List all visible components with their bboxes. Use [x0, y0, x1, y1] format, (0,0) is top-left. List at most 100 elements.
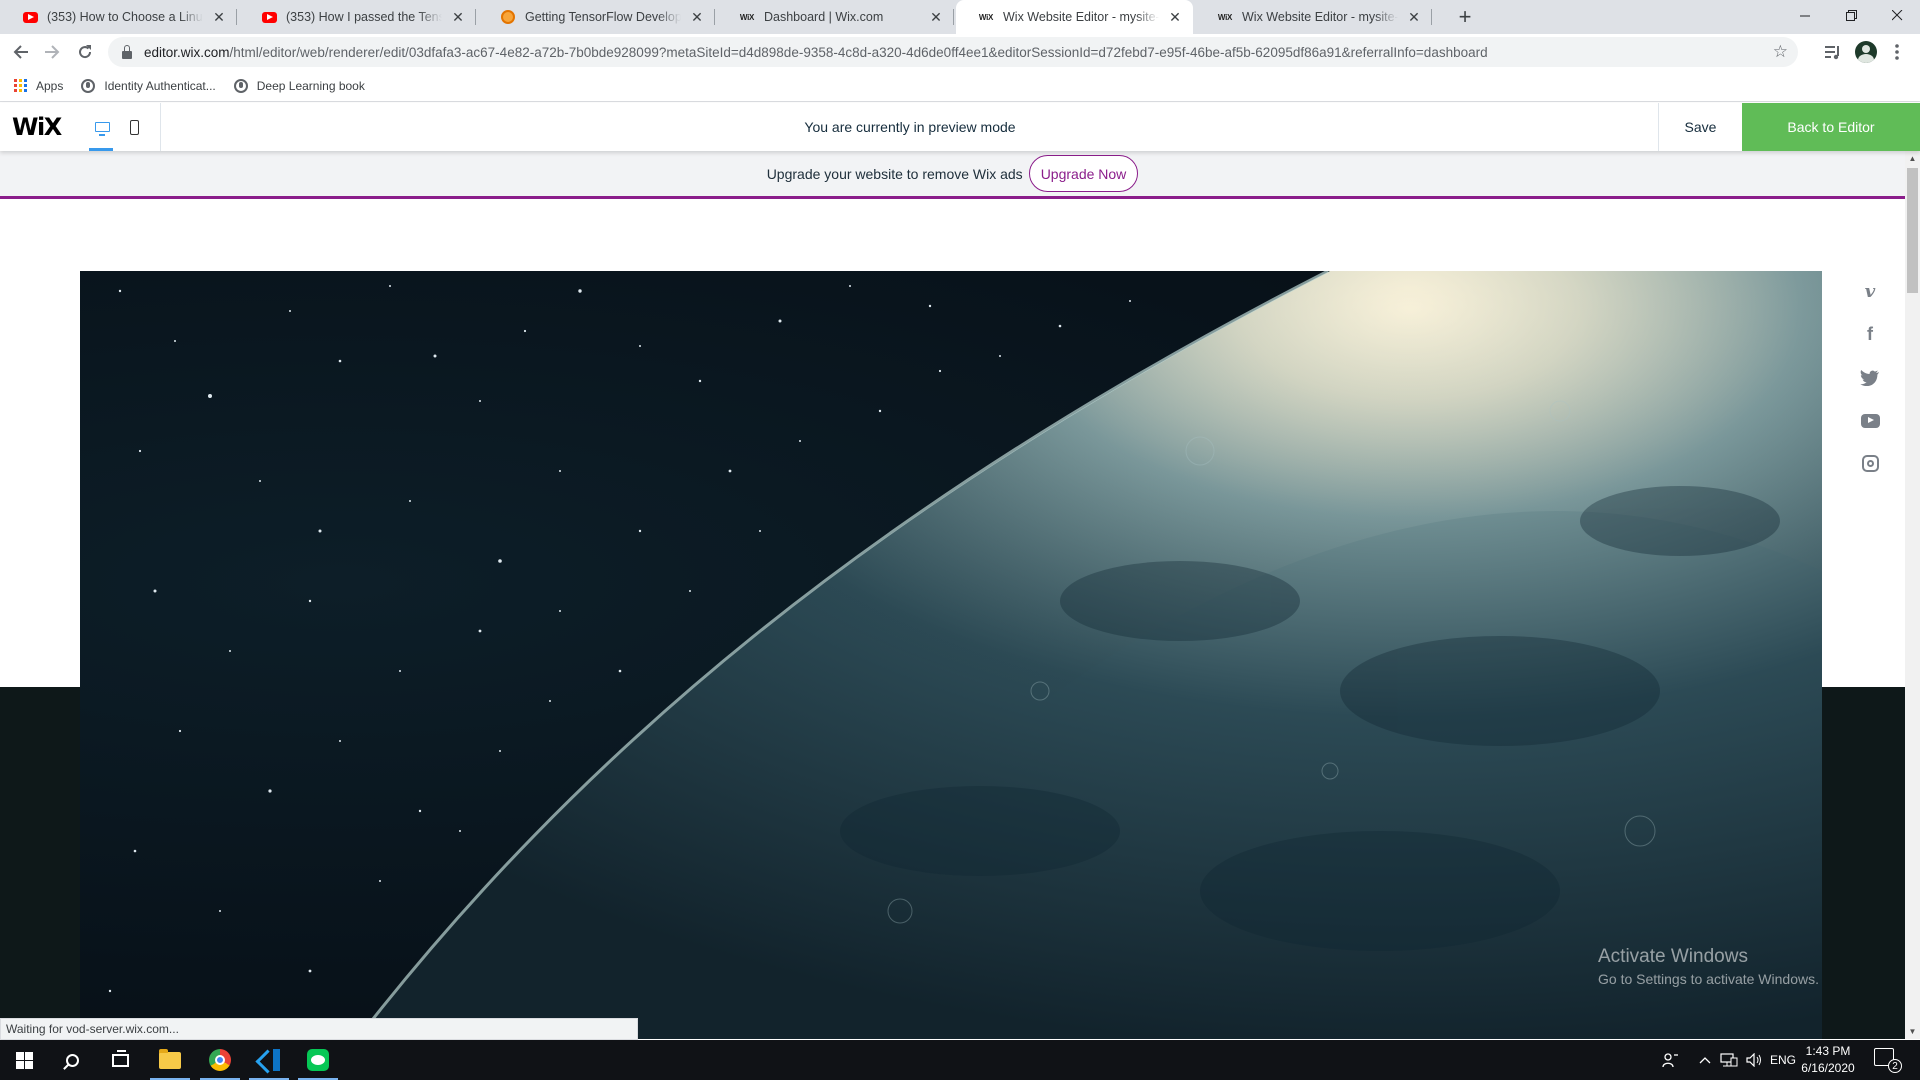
chrome-icon — [209, 1049, 231, 1071]
tab-title: (353) How to Choose a Linux Distro — [47, 10, 203, 24]
windows-logo-icon — [15, 1051, 33, 1069]
start-button[interactable] — [0, 1040, 48, 1080]
back-button[interactable] — [7, 38, 35, 66]
apps-grid-icon — [14, 79, 27, 92]
close-tab-icon[interactable]: ✕ — [1167, 9, 1183, 25]
tab-strip: (353) How to Choose a Linux Distro ✕ (35… — [0, 0, 1920, 34]
notification-badge: 2 — [1888, 1059, 1902, 1073]
site-page[interactable] — [0, 199, 1905, 1039]
save-button[interactable]: Save — [1658, 103, 1742, 151]
close-tab-icon[interactable]: ✕ — [211, 9, 227, 25]
watermark-title: Activate Windows — [1598, 946, 1748, 967]
volume-icon[interactable] — [1744, 1040, 1766, 1080]
twitter-icon[interactable] — [1856, 356, 1884, 399]
scroll-up-arrow-icon[interactable]: ▲ — [1905, 151, 1920, 166]
taskbar-vscode[interactable] — [245, 1040, 293, 1080]
preview-mode-message: You are currently in preview mode — [804, 119, 1016, 135]
line-icon — [307, 1049, 329, 1071]
language-indicator[interactable]: ENG — [1768, 1040, 1798, 1080]
restore-icon — [1845, 9, 1857, 21]
minimize-button[interactable] — [1782, 0, 1828, 30]
restore-button[interactable] — [1828, 0, 1874, 30]
scroll-down-arrow-icon[interactable]: ▼ — [1905, 1024, 1920, 1039]
menu-kebab-icon[interactable] — [1884, 39, 1910, 65]
upgrade-banner: Upgrade your website to remove Wix ads U… — [0, 151, 1905, 199]
clock-time: 1:43 PM — [1805, 1044, 1851, 1058]
system-clock[interactable]: 1:43 PM 6/16/2020 — [1800, 1043, 1856, 1077]
close-tab-icon[interactable]: ✕ — [689, 9, 705, 25]
url-text: editor.wix.com/html/editor/web/renderer/… — [144, 44, 1488, 60]
tab-title: Getting TensorFlow Developer Ce — [525, 10, 681, 24]
taskbar-chrome[interactable] — [196, 1040, 244, 1080]
bookmarks-bar: Apps Identity Authenticat... Deep Learni… — [0, 70, 1920, 102]
task-view-icon — [111, 1049, 129, 1067]
browser-tab[interactable]: Getting TensorFlow Developer Ce ✕ — [478, 0, 715, 34]
activate-windows-watermark: Activate Windows Go to Settings to activ… — [1598, 946, 1819, 987]
bookmark-deep-learning[interactable]: Deep Learning book — [233, 78, 365, 93]
close-tab-icon[interactable]: ✕ — [1406, 9, 1422, 25]
windows-taskbar: ENG 1:43 PM 6/16/2020 2 — [0, 1040, 1920, 1080]
watermark-subtitle: Go to Settings to activate Windows. — [1598, 971, 1819, 987]
bookmark-label: Identity Authenticat... — [104, 78, 216, 93]
browser-tab[interactable]: (353) How I passed the TensorFlow ✕ — [239, 0, 476, 34]
reload-button[interactable] — [71, 38, 99, 66]
network-icon[interactable] — [1718, 1040, 1740, 1080]
vscode-icon — [258, 1049, 280, 1071]
browser-tab[interactable]: (353) How to Choose a Linux Distro ✕ — [0, 0, 237, 34]
page-scrollbar[interactable]: ▲ ▼ — [1905, 151, 1920, 1039]
taskbar-file-explorer[interactable] — [146, 1040, 194, 1080]
people-icon[interactable] — [1658, 1040, 1682, 1080]
scrollbar-thumb[interactable] — [1907, 168, 1918, 293]
file-explorer-icon — [159, 1048, 181, 1069]
browser-toolbar: editor.wix.com/html/editor/web/renderer/… — [0, 34, 1920, 70]
tab-title: Dashboard | Wix.com — [764, 10, 884, 24]
social-bar: v f — [1856, 270, 1884, 485]
search-button[interactable] — [48, 1040, 96, 1080]
youtube-icon — [261, 9, 277, 25]
chevron-up-icon[interactable] — [1696, 1040, 1714, 1080]
bookmark-identity[interactable]: Identity Authenticat... — [81, 78, 216, 93]
bookmark-apps[interactable]: Apps — [14, 79, 63, 93]
reload-icon — [79, 45, 92, 59]
globe-icon — [233, 78, 248, 93]
instagram-icon[interactable] — [1856, 442, 1884, 485]
forward-button[interactable] — [38, 38, 66, 66]
tensorflow-icon — [500, 9, 516, 25]
browser-tab-active[interactable]: WiX Wix Website Editor - mysite-1 ✕ — [956, 0, 1193, 34]
upgrade-now-button[interactable]: Upgrade Now — [1028, 155, 1139, 192]
taskbar-line[interactable] — [294, 1040, 342, 1080]
upgrade-text: Upgrade your website to remove Wix ads — [766, 165, 1023, 182]
task-view-button[interactable] — [96, 1040, 144, 1080]
tab-title: (353) How I passed the TensorFlow — [286, 10, 442, 24]
youtube-icon — [22, 9, 38, 25]
close-window-button[interactable] — [1874, 0, 1920, 30]
clock-date: 6/16/2020 — [1801, 1061, 1855, 1075]
bookmark-label: Deep Learning book — [256, 78, 365, 93]
tab-title: Wix Website Editor - mysite-1 — [1003, 10, 1159, 24]
minimize-icon — [1799, 15, 1810, 16]
vimeo-icon[interactable]: v — [1856, 270, 1884, 313]
browser-tab[interactable]: WiX Dashboard | Wix.com ✕ — [717, 0, 954, 34]
lock-icon — [122, 44, 132, 59]
new-tab-button[interactable]: + — [1452, 4, 1478, 29]
bookmark-label: Apps — [36, 78, 64, 93]
address-bar[interactable]: editor.wix.com/html/editor/web/renderer/… — [108, 37, 1798, 67]
wix-icon: WiX — [1217, 12, 1233, 22]
back-to-editor-button[interactable]: Back to Editor — [1742, 103, 1920, 151]
planet-image — [108, 271, 1822, 1039]
arrow-left-icon — [13, 45, 28, 59]
tab-title: Wix Website Editor - mysite-1 — [1242, 10, 1398, 24]
wix-icon: WiX — [978, 12, 994, 22]
bookmark-star-icon[interactable]: ☆ — [1773, 42, 1788, 62]
profile-avatar[interactable] — [1853, 39, 1879, 65]
globe-icon — [81, 78, 96, 93]
browser-tab[interactable]: WiX Wix Website Editor - mysite-1 ✕ — [1195, 0, 1432, 34]
media-controls-icon[interactable] — [1820, 39, 1846, 65]
youtube-icon[interactable] — [1856, 399, 1884, 442]
close-tab-icon[interactable]: ✕ — [450, 9, 466, 25]
hero-image — [80, 271, 1822, 1039]
close-tab-icon[interactable]: ✕ — [928, 9, 944, 25]
facebook-icon[interactable]: f — [1856, 313, 1884, 356]
status-bubble: Waiting for vod-server.wix.com... — [0, 1018, 638, 1040]
wix-icon: WiX — [739, 12, 755, 22]
